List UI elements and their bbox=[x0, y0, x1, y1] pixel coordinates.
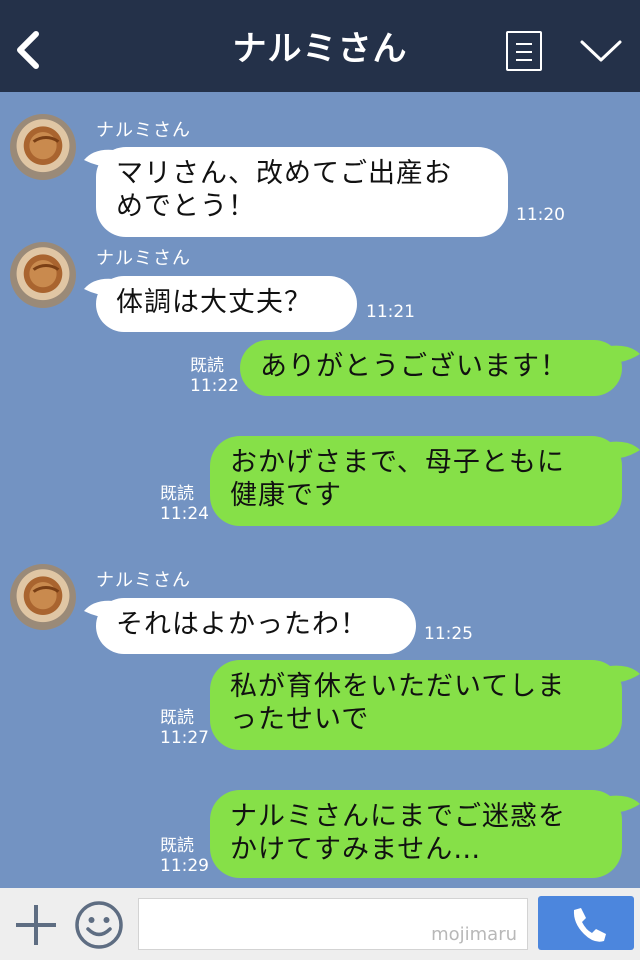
chat-header: ナルミさん bbox=[0, 0, 640, 92]
message-input[interactable]: mojimaru bbox=[138, 898, 528, 950]
dropdown-button[interactable] bbox=[578, 36, 624, 66]
send-button[interactable] bbox=[538, 896, 634, 950]
avatar[interactable] bbox=[10, 114, 76, 180]
message-text: 体調は大丈夫？ bbox=[116, 287, 312, 318]
message-bubble[interactable]: マリさん、改めてご出産お めでとう！ bbox=[96, 147, 508, 237]
avatar[interactable] bbox=[10, 564, 76, 630]
message-text: ナルミさんにまでご迷惑を bbox=[230, 801, 566, 832]
message-text: 私が育休をいただいてしま bbox=[230, 671, 566, 702]
message-time: 11:21 bbox=[366, 302, 415, 322]
message-time: 11:22 bbox=[190, 376, 239, 396]
message-text: それはよかったわ！ bbox=[116, 609, 368, 640]
read-receipt: 既読 11:29 bbox=[160, 836, 209, 876]
read-label: 既読 bbox=[160, 836, 194, 856]
message-time: 11:24 bbox=[160, 504, 209, 524]
message-bubble[interactable]: ナルミさんにまでご迷惑を かけてすみません… bbox=[210, 790, 622, 878]
message-text: 健康です bbox=[230, 480, 342, 511]
read-label: 既読 bbox=[160, 708, 194, 728]
message-bubble[interactable]: それはよかったわ！ bbox=[96, 598, 416, 654]
message-text: マリさん、改めてご出産お bbox=[116, 158, 452, 189]
bubble-tail bbox=[610, 441, 640, 459]
message-time: 11:20 bbox=[516, 205, 565, 225]
bubble-tail bbox=[610, 795, 640, 813]
message-bubble[interactable]: 体調は大丈夫？ bbox=[96, 276, 357, 332]
message-bubble[interactable]: 私が育休をいただいてしま ったせいで bbox=[210, 660, 622, 750]
read-receipt: 既読 11:24 bbox=[160, 484, 209, 524]
chat-title: ナルミさん bbox=[232, 29, 408, 69]
read-label: 既読 bbox=[160, 484, 194, 504]
message-bubble[interactable]: おかげさまで、母子ともに 健康です bbox=[210, 436, 622, 526]
sender-name: ナルミさん bbox=[96, 120, 191, 141]
message-text: ありがとうございます！ bbox=[260, 351, 568, 382]
bubble-tail bbox=[610, 665, 640, 683]
message-text: ったせいで bbox=[230, 704, 370, 735]
sender-name: ナルミさん bbox=[96, 248, 191, 269]
smiley-icon bbox=[75, 901, 123, 949]
message-text: めでとう！ bbox=[116, 191, 256, 222]
message-bubble[interactable]: ありがとうございます！ bbox=[240, 340, 622, 396]
phone-icon bbox=[573, 908, 606, 942]
add-button[interactable] bbox=[14, 903, 58, 947]
sticker-button[interactable] bbox=[74, 900, 124, 950]
read-receipt: 既読 11:27 bbox=[160, 708, 209, 748]
message-time: 11:25 bbox=[424, 624, 473, 644]
plus-icon bbox=[16, 905, 56, 945]
avatar[interactable] bbox=[10, 242, 76, 308]
menu-button[interactable] bbox=[506, 31, 542, 71]
read-receipt: 既読 11:22 bbox=[190, 356, 239, 396]
message-time: 11:29 bbox=[160, 856, 209, 876]
read-label: 既読 bbox=[190, 356, 224, 376]
message-text: かけてすみません… bbox=[230, 834, 482, 865]
message-text: おかげさまで、母子ともに bbox=[230, 447, 565, 478]
chevron-down-icon bbox=[580, 40, 622, 62]
message-time: 11:27 bbox=[160, 728, 209, 748]
sender-name: ナルミさん bbox=[96, 570, 191, 591]
bubble-tail bbox=[610, 345, 640, 363]
watermark: mojimaru bbox=[431, 924, 517, 945]
